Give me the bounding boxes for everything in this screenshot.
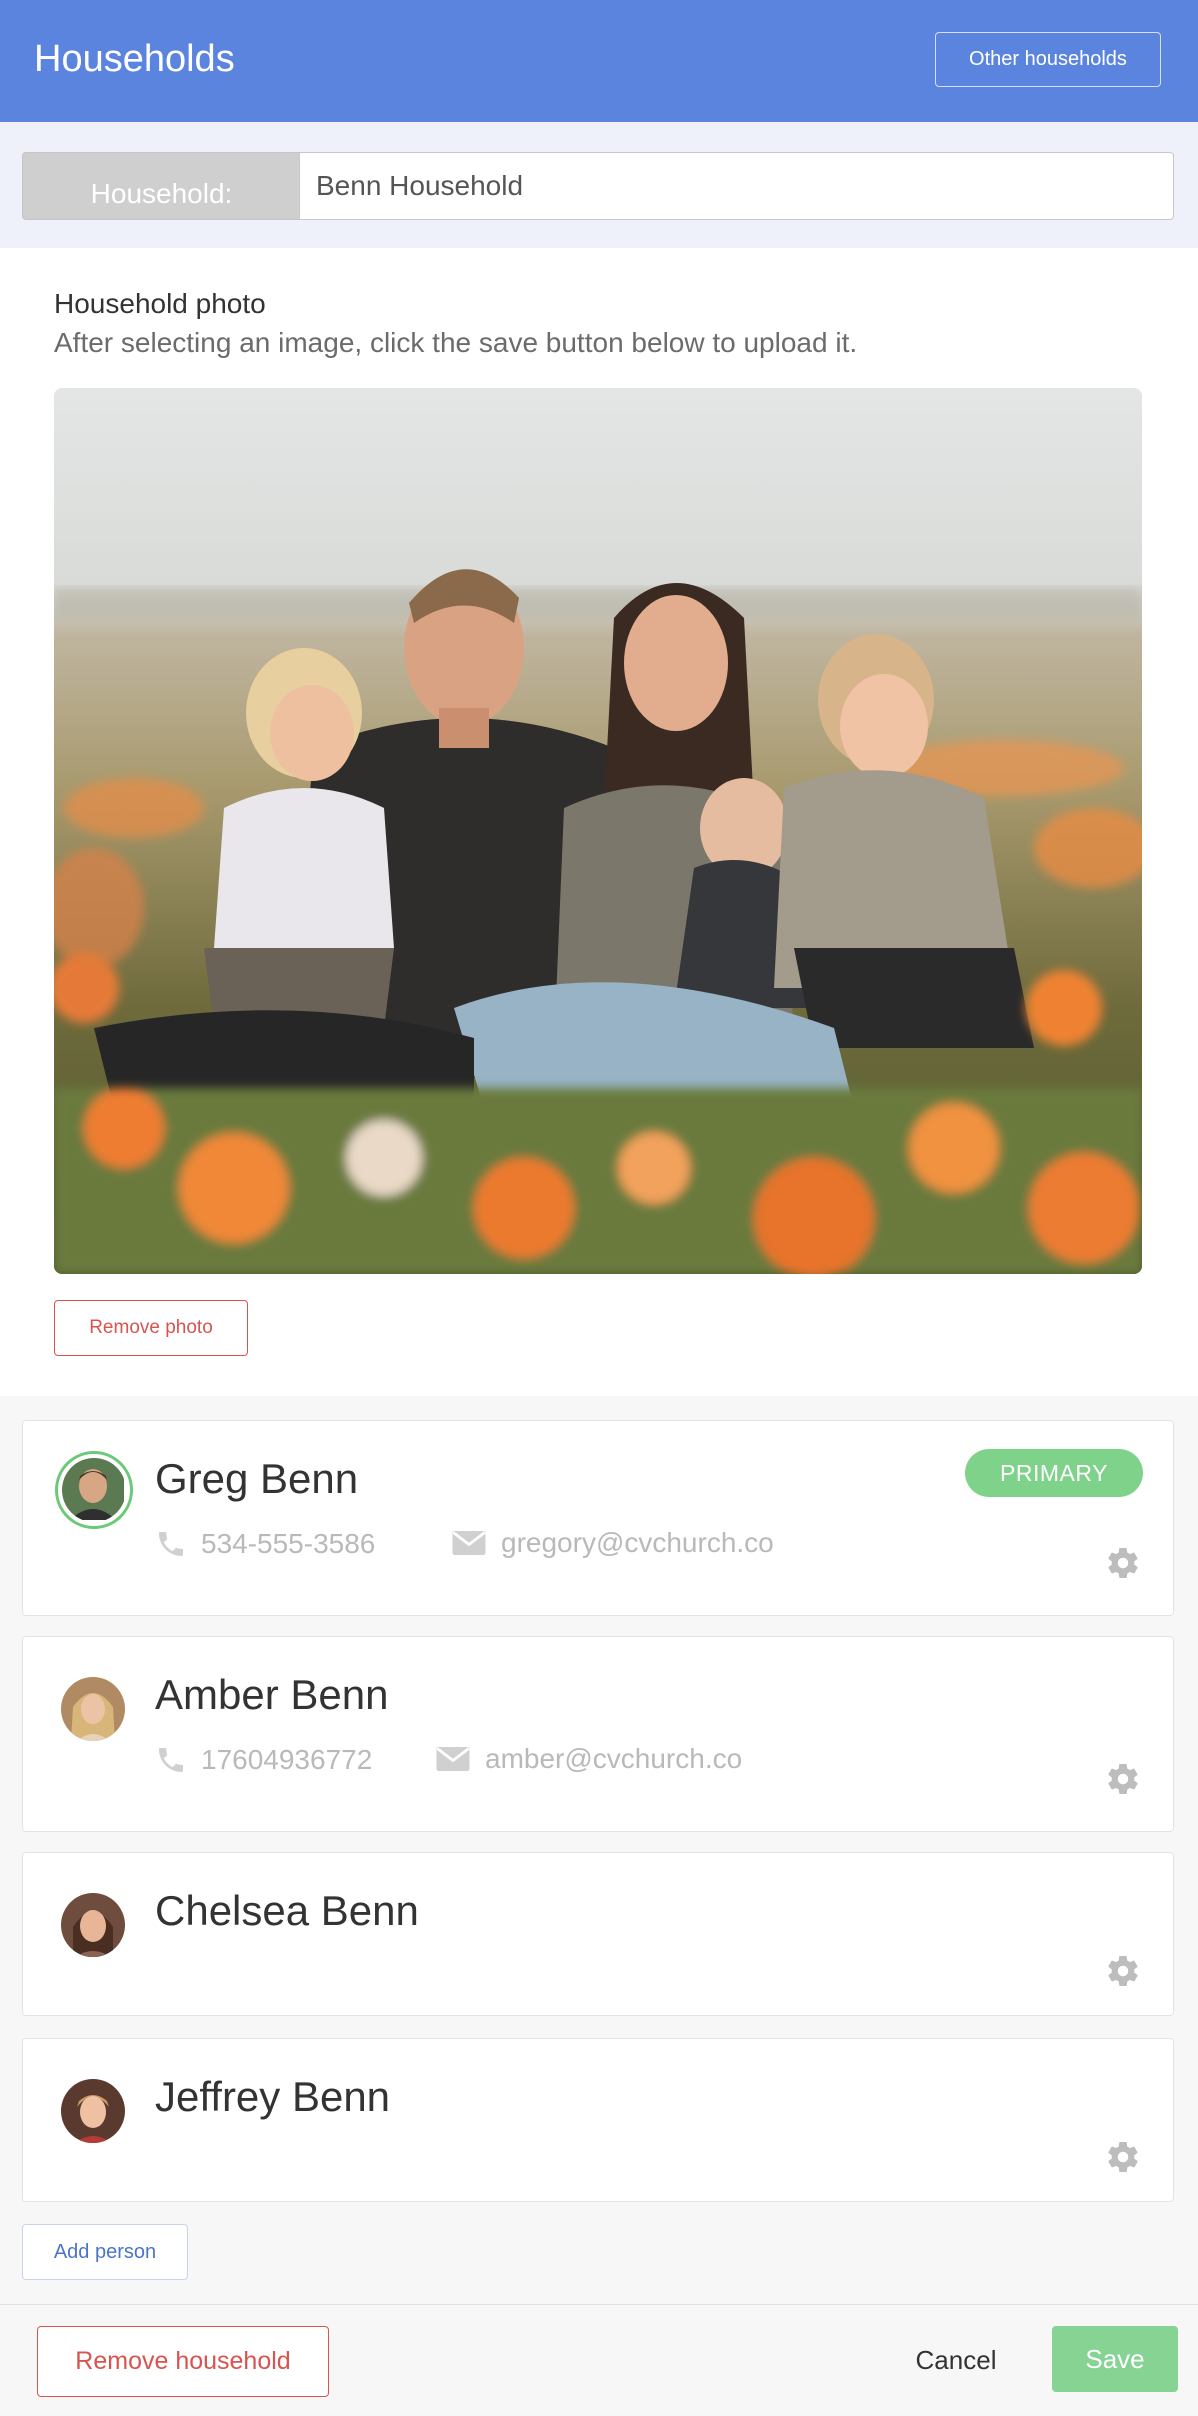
remove-household-button[interactable]: Remove household <box>37 2326 329 2397</box>
other-households-button[interactable]: Other households <box>935 32 1161 87</box>
member-card: Chelsea Benn <box>22 1852 1174 2016</box>
photo-section-title: Household photo <box>54 288 266 319</box>
gear-icon[interactable] <box>1105 1761 1141 1797</box>
page-title: Households <box>34 38 235 80</box>
app-header: Households Other households <box>0 0 1198 122</box>
gear-icon[interactable] <box>1105 2139 1141 2175</box>
avatar[interactable] <box>55 1451 133 1529</box>
avatar[interactable] <box>61 1893 125 1957</box>
envelope-icon <box>452 1531 486 1555</box>
member-name[interactable]: Amber Benn <box>155 1671 388 1719</box>
email-address: amber@cvchurch.co <box>485 1743 743 1774</box>
member-name[interactable]: Greg Benn <box>155 1455 358 1503</box>
member-phone[interactable]: 534-555-3586 <box>155 1527 375 1561</box>
avatar[interactable] <box>61 2079 125 2143</box>
member-name[interactable]: Chelsea Benn <box>155 1887 419 1935</box>
household-photo[interactable] <box>54 388 1142 1274</box>
cancel-button[interactable]: Cancel <box>880 2326 1032 2394</box>
avatar[interactable] <box>61 1677 125 1741</box>
add-person-button[interactable]: Add person <box>22 2224 188 2280</box>
photo-help-text: After selecting an image, click the save… <box>54 327 858 358</box>
member-card: Amber Benn 17604936772 amber@cvchurch.co <box>22 1636 1174 1832</box>
member-card: Jeffrey Benn <box>22 2038 1174 2202</box>
household-label: Household: <box>22 152 300 220</box>
phone-number: 534-555-3586 <box>201 1528 376 1559</box>
phone-icon <box>159 1532 183 1556</box>
remove-photo-button[interactable]: Remove photo <box>54 1300 248 1356</box>
member-card: Greg Benn PRIMARY 534-555-3586 gregory@c… <box>22 1420 1174 1616</box>
save-button[interactable]: Save <box>1052 2326 1178 2392</box>
member-name[interactable]: Jeffrey Benn <box>155 2073 390 2121</box>
gear-icon[interactable] <box>1105 1545 1141 1581</box>
primary-badge: PRIMARY <box>965 1449 1143 1497</box>
household-name-input[interactable] <box>299 152 1174 220</box>
phone-number: 17604936772 <box>201 1744 373 1775</box>
member-email[interactable]: amber@cvchurch.co <box>435 1743 742 1775</box>
envelope-icon <box>436 1747 470 1771</box>
member-phone[interactable]: 17604936772 <box>155 1743 372 1777</box>
member-email[interactable]: gregory@cvchurch.co <box>451 1527 774 1559</box>
phone-icon <box>159 1748 183 1772</box>
email-address: gregory@cvchurch.co <box>501 1527 774 1558</box>
gear-icon[interactable] <box>1105 1953 1141 1989</box>
